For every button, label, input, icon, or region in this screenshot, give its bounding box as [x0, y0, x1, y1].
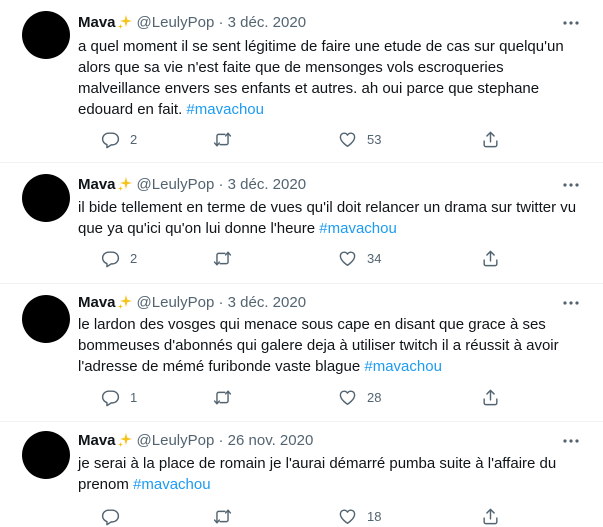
tweet-date[interactable]: 3 déc. 2020: [228, 14, 306, 31]
share-icon: [483, 508, 498, 524]
like-button[interactable]: 28: [338, 387, 381, 407]
hashtag-link[interactable]: #mavachou: [364, 358, 442, 375]
reply-button[interactable]: 2: [101, 129, 137, 149]
reply-button[interactable]: 2: [101, 248, 137, 268]
sparkles-icon: [117, 177, 132, 191]
like-count: 34: [367, 250, 382, 266]
reply-button[interactable]: 1: [101, 387, 137, 407]
tweet-text: je serai à la place de romain je l'aurai…: [78, 453, 588, 495]
share-button[interactable]: [481, 387, 500, 407]
like-count: 53: [367, 131, 382, 147]
tweet-feed: Mava @LeulyPop · 3 déc. 2020 a quel momen…: [0, 0, 603, 527]
like-button[interactable]: 53: [338, 129, 381, 149]
share-button[interactable]: [481, 248, 500, 268]
like-icon: [339, 250, 356, 266]
sparkles-icon: [117, 295, 132, 309]
tweet-text: il bide tellement en terme de vues qu'il…: [78, 197, 588, 239]
author-name[interactable]: Mava: [78, 432, 116, 449]
tweet-actions: 1 28: [101, 387, 501, 407]
tweet-body: a quel moment il se sent légitime de fai…: [78, 38, 564, 118]
retweet-icon: [213, 250, 232, 266]
retweet-icon: [213, 508, 232, 524]
hashtag-link[interactable]: #mavachou: [319, 220, 397, 237]
separator-dot: ·: [218, 432, 224, 449]
author-handle[interactable]: @LeulyPop: [137, 176, 215, 193]
tweet-actions: 2 53: [101, 129, 501, 149]
reply-count: 2: [130, 131, 138, 147]
tweet-actions: 2 34: [101, 248, 501, 268]
avatar[interactable]: [22, 174, 70, 222]
sparkles-icon: [117, 433, 132, 447]
share-icon: [483, 389, 498, 405]
more-icon[interactable]: [562, 432, 580, 450]
more-icon[interactable]: [562, 176, 580, 194]
like-count: 28: [367, 389, 382, 405]
tweet-date[interactable]: 3 déc. 2020: [228, 294, 306, 311]
separator-dot: ·: [218, 14, 224, 31]
author-name[interactable]: Mava: [78, 294, 116, 311]
tweet-header: Mava @LeulyPop · 3 déc. 2020: [78, 175, 306, 195]
like-icon: [339, 131, 356, 147]
tweet-date[interactable]: 26 nov. 2020: [228, 432, 314, 449]
retweet-icon: [213, 389, 232, 405]
reply-icon: [101, 131, 120, 148]
author-name[interactable]: Mava: [78, 176, 116, 193]
tweet[interactable]: Mava @LeulyPop · 3 déc. 2020 a quel momen…: [0, 0, 603, 163]
tweet-body: le lardon des vosges qui menace sous cap…: [78, 316, 559, 375]
tweet[interactable]: Mava @LeulyPop · 3 déc. 2020 le lardon de…: [0, 284, 603, 422]
reply-icon: [101, 508, 120, 525]
tweet-text: le lardon des vosges qui menace sous cap…: [78, 314, 588, 377]
avatar[interactable]: [22, 431, 70, 479]
like-button[interactable]: 34: [338, 248, 381, 268]
tweet-text: a quel moment il se sent légitime de fai…: [78, 36, 588, 120]
more-icon[interactable]: [562, 294, 580, 312]
reply-icon: [101, 389, 120, 406]
reply-count: 1: [130, 389, 138, 405]
share-button[interactable]: [481, 506, 500, 526]
like-icon: [339, 508, 356, 524]
like-count: 18: [367, 508, 382, 524]
like-icon: [339, 389, 356, 405]
retweet-button[interactable]: [213, 387, 242, 407]
author-handle[interactable]: @LeulyPop: [137, 432, 215, 449]
avatar[interactable]: [22, 295, 70, 343]
tweet-date[interactable]: 3 déc. 2020: [228, 176, 306, 193]
avatar[interactable]: [22, 11, 70, 59]
reply-button[interactable]: [101, 506, 130, 526]
tweet-actions: 18: [101, 506, 501, 526]
author-handle[interactable]: @LeulyPop: [137, 14, 215, 31]
tweet-header: Mava @LeulyPop · 3 déc. 2020: [78, 293, 306, 313]
tweet[interactable]: Mava @LeulyPop · 3 déc. 2020 il bide tell…: [0, 163, 603, 284]
reply-icon: [101, 250, 120, 267]
reply-count: 2: [130, 250, 138, 266]
author-name[interactable]: Mava: [78, 14, 116, 31]
separator-dot: ·: [218, 176, 224, 193]
hashtag-link[interactable]: #mavachou: [133, 476, 211, 493]
sparkles-icon: [117, 15, 132, 29]
tweet-header: Mava @LeulyPop · 26 nov. 2020: [78, 431, 313, 451]
retweet-button[interactable]: [213, 129, 242, 149]
share-icon: [483, 131, 498, 147]
retweet-icon: [213, 131, 232, 147]
share-icon: [483, 250, 498, 266]
hashtag-link[interactable]: #mavachou: [186, 101, 264, 118]
like-button[interactable]: 18: [338, 506, 381, 526]
tweet-header: Mava @LeulyPop · 3 déc. 2020: [78, 13, 306, 33]
separator-dot: ·: [218, 294, 224, 311]
more-icon[interactable]: [562, 14, 580, 32]
tweet[interactable]: Mava @LeulyPop · 26 nov. 2020 je serai à …: [0, 422, 603, 527]
share-button[interactable]: [481, 129, 500, 149]
retweet-button[interactable]: [213, 506, 242, 526]
author-handle[interactable]: @LeulyPop: [137, 294, 215, 311]
retweet-button[interactable]: [213, 248, 242, 268]
